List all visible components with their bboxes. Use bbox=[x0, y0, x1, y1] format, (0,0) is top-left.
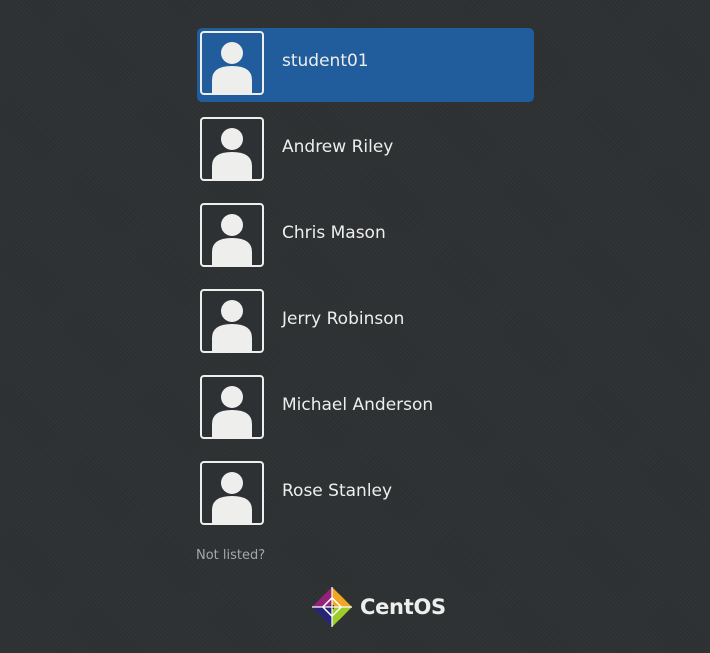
not-listed-link[interactable]: Not listed? bbox=[196, 547, 265, 565]
user-name: Jerry Robinson bbox=[282, 309, 405, 329]
user-name: Michael Anderson bbox=[282, 395, 434, 415]
user-row-andrew-riley[interactable]: Andrew Riley bbox=[197, 114, 534, 188]
avatar-placeholder-icon bbox=[200, 117, 264, 181]
avatar-placeholder-icon bbox=[200, 289, 264, 353]
avatar-placeholder-icon bbox=[200, 203, 264, 267]
centos-logo-icon bbox=[312, 587, 352, 627]
user-row-student01[interactable]: student01 bbox=[197, 28, 534, 102]
user-name: Chris Mason bbox=[282, 223, 386, 243]
user-list: student01 Andrew Riley Chris Mason Jerry… bbox=[197, 28, 534, 544]
user-name: Andrew Riley bbox=[282, 137, 394, 157]
avatar-placeholder-icon bbox=[200, 461, 264, 525]
user-row-michael-anderson[interactable]: Michael Anderson bbox=[197, 372, 534, 446]
user-row-rose-stanley[interactable]: Rose Stanley bbox=[197, 458, 534, 532]
avatar-placeholder-icon bbox=[200, 375, 264, 439]
brand-name: CentOS bbox=[360, 595, 446, 619]
user-name: student01 bbox=[282, 51, 369, 71]
avatar-placeholder-icon bbox=[200, 31, 264, 95]
user-name: Rose Stanley bbox=[282, 481, 393, 501]
user-row-chris-mason[interactable]: Chris Mason bbox=[197, 200, 534, 274]
user-row-jerry-robinson[interactable]: Jerry Robinson bbox=[197, 286, 534, 360]
